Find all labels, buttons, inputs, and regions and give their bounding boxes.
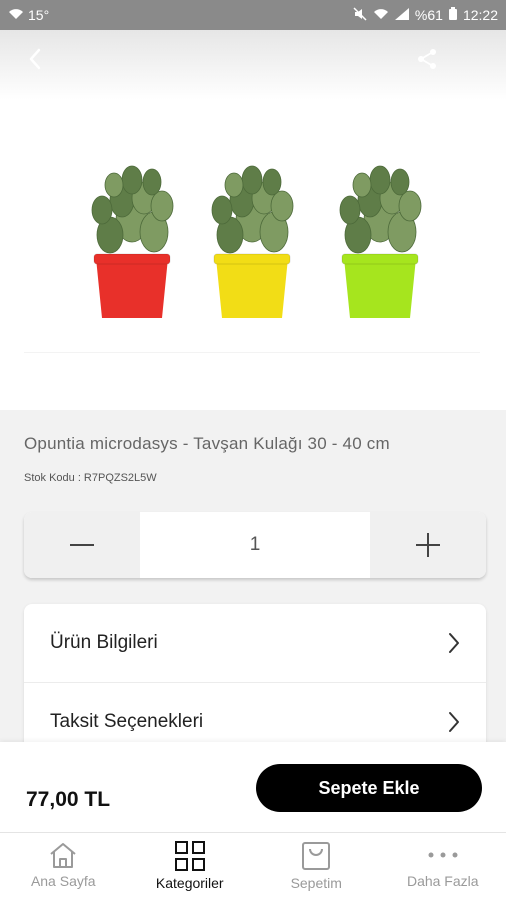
minus-icon	[70, 544, 94, 546]
bag-icon	[302, 842, 331, 870]
wifi-icon	[8, 7, 24, 23]
status-bar: 15° %61 12:22	[0, 0, 506, 30]
battery-percent: %61	[414, 7, 443, 23]
nav-item-home[interactable]: Ana Sayfa	[0, 833, 127, 900]
cart-bar: 77,00 TL Sepete Ekle	[0, 742, 506, 832]
temperature-text: 15°	[28, 7, 50, 23]
product-title: Opuntia microdasys - Tavşan Kulağı 30 - …	[24, 434, 390, 453]
stock-code: Stok Kodu : R7PQZS2L5W	[24, 472, 157, 484]
nav-item-more[interactable]: Daha Fazla	[380, 833, 506, 900]
nav-label-more: Daha Fazla	[406, 873, 479, 889]
chevron-right-icon	[449, 633, 459, 653]
add-to-cart-button[interactable]: Sepete Ekle	[256, 764, 482, 812]
installment-options-label: Taksit Seçenekleri	[50, 710, 204, 732]
info-list: Ürün Bilgileri Taksit Seçenekleri	[24, 604, 486, 764]
product-info-label: Ürün Bilgileri	[50, 632, 158, 653]
signal-icon	[394, 7, 409, 23]
mute-icon	[353, 6, 367, 24]
battery-icon	[448, 7, 457, 23]
nav-label-cart: Sepetim	[290, 875, 342, 891]
clock-time: 12:22	[462, 7, 498, 23]
chevron-right-icon	[449, 711, 459, 732]
share-button[interactable]	[410, 42, 444, 76]
wifi-icon	[373, 7, 389, 23]
home-icon	[50, 843, 76, 868]
quantity-value[interactable]: 1	[140, 512, 370, 578]
product-info-row[interactable]: Ürün Bilgileri	[24, 604, 486, 682]
grid-icon	[174, 841, 205, 871]
bottom-nav: Ana Sayfa Kategoriler Sepetim Daha Fazla	[0, 832, 506, 900]
back-button[interactable]	[18, 42, 52, 76]
cactus-pot	[91, 165, 174, 318]
increase-button[interactable]	[370, 512, 486, 578]
nav-item-categories[interactable]: Kategoriler	[127, 833, 254, 900]
cactus-pot	[339, 165, 422, 318]
nav-item-cart[interactable]: Sepetim	[253, 833, 380, 900]
chevron-left-icon	[29, 48, 41, 70]
plus-icon	[416, 533, 440, 557]
share-icon	[418, 49, 436, 69]
price-text: 77,00 TL	[26, 788, 111, 811]
product-hero	[0, 30, 506, 410]
nav-label-home: Ana Sayfa	[30, 873, 96, 889]
quantity-stepper: 1	[24, 512, 486, 578]
cactus-pot	[211, 165, 294, 318]
nav-label-categories: Kategoriler	[155, 875, 224, 891]
more-icon	[428, 852, 458, 858]
decrease-button[interactable]	[24, 512, 140, 578]
